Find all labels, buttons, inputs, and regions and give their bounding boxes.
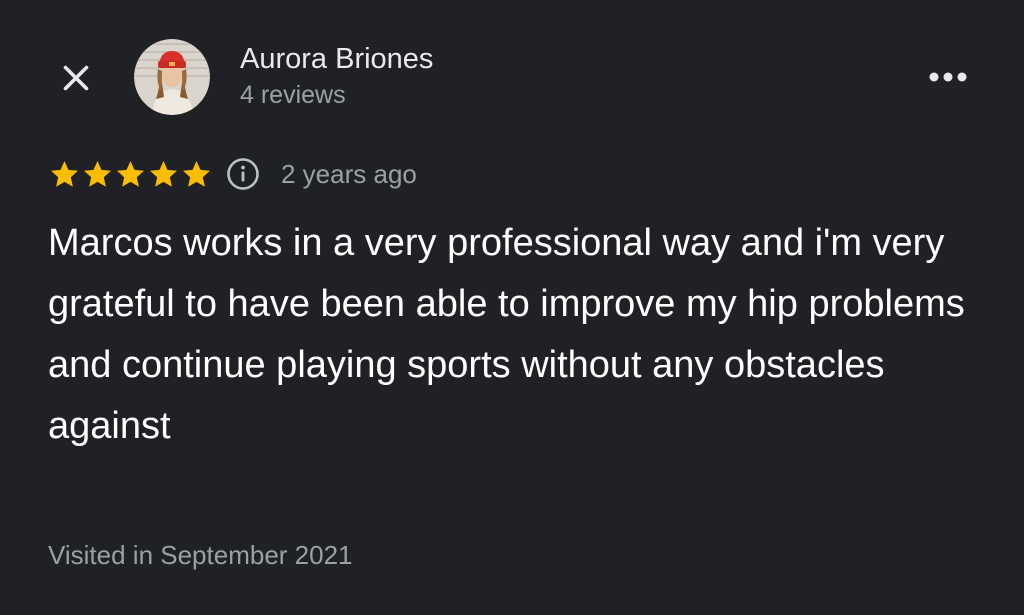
star-icon (51, 160, 78, 187)
author-block: Aurora Briones 4 reviews (240, 41, 433, 111)
info-icon (227, 158, 259, 190)
author-name[interactable]: Aurora Briones (240, 41, 433, 77)
close-icon (63, 65, 89, 91)
star-icon (84, 160, 111, 187)
author-review-count: 4 reviews (240, 81, 346, 109)
info-button[interactable] (226, 157, 260, 191)
more-options-button[interactable] (924, 55, 972, 99)
star-icon (117, 160, 144, 187)
review-timestamp: 2 years ago (281, 158, 417, 189)
visited-date: Visited in September 2021 (48, 540, 353, 570)
star-rating (48, 158, 213, 191)
star-icon (150, 160, 177, 187)
star-icon (183, 160, 210, 187)
close-button[interactable] (52, 54, 100, 102)
review-text: Marcos works in a very professional way … (48, 222, 965, 447)
more-horizontal-icon (929, 72, 967, 82)
rating-row: 2 years ago (48, 154, 417, 194)
avatar[interactable] (134, 39, 210, 115)
avatar-image (134, 39, 210, 115)
